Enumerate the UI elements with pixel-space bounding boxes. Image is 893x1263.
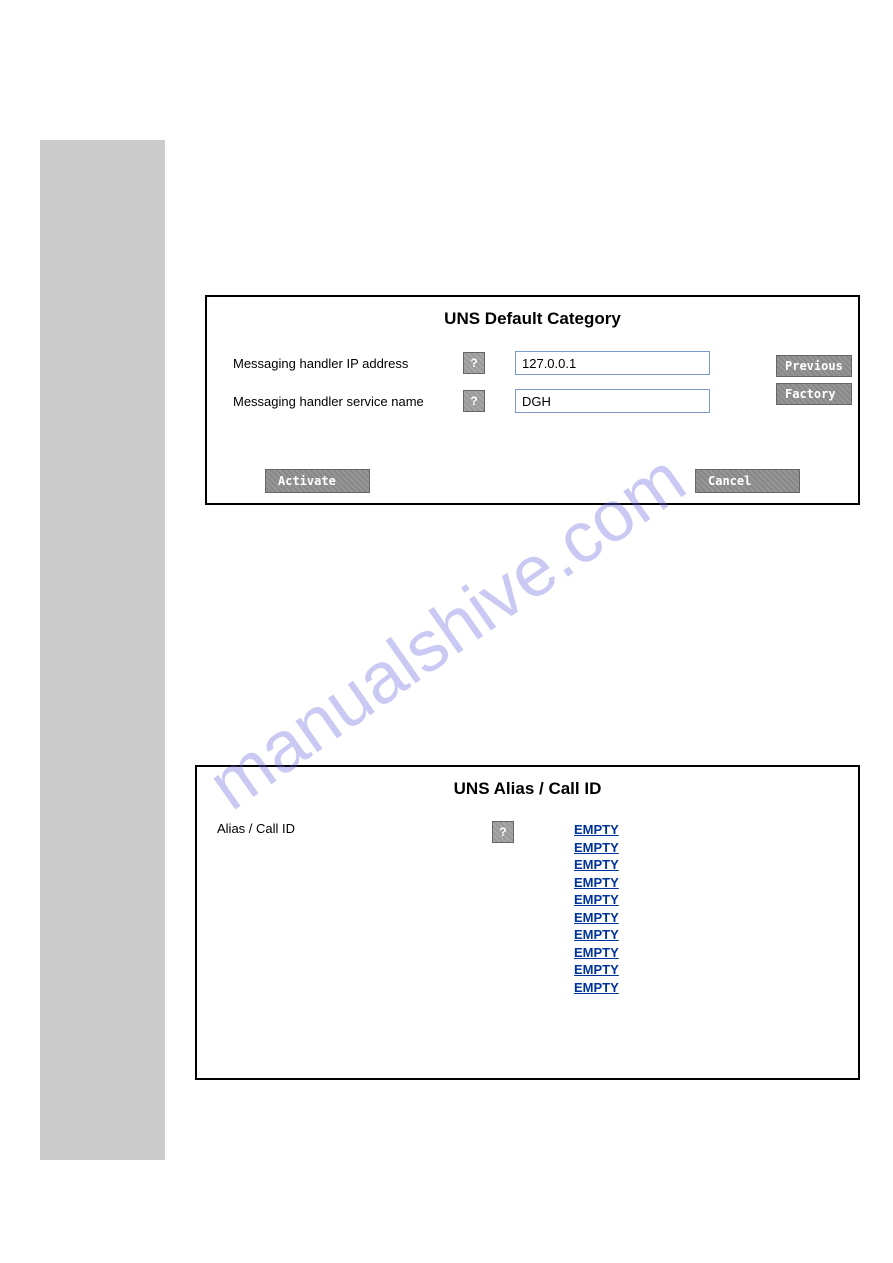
alias-list: EMPTY EMPTY EMPTY EMPTY EMPTY EMPTY EMPT… xyxy=(574,821,619,996)
label-ip-address: Messaging handler IP address xyxy=(233,356,463,371)
field-row-ip: Messaging handler IP address ? xyxy=(207,351,858,375)
help-icon[interactable]: ? xyxy=(463,390,485,412)
alias-link[interactable]: EMPTY xyxy=(574,839,619,857)
field-row-service: Messaging handler service name ? xyxy=(207,389,858,413)
label-service-name: Messaging handler service name xyxy=(233,394,463,409)
factory-button[interactable]: Factory xyxy=(776,383,852,405)
cancel-button[interactable]: Cancel xyxy=(695,469,800,493)
bottom-button-group: Activate Cancel xyxy=(207,469,858,493)
help-icon[interactable]: ? xyxy=(463,352,485,374)
alias-link[interactable]: EMPTY xyxy=(574,909,619,927)
alias-link[interactable]: EMPTY xyxy=(574,961,619,979)
alias-row: Alias / Call ID ? EMPTY EMPTY EMPTY EMPT… xyxy=(197,821,858,996)
alias-link[interactable]: EMPTY xyxy=(574,979,619,997)
alias-link[interactable]: EMPTY xyxy=(574,856,619,874)
alias-link[interactable]: EMPTY xyxy=(574,874,619,892)
uns-default-category-panel: UNS Default Category Messaging handler I… xyxy=(205,295,860,505)
side-button-group: Previous Factory xyxy=(776,355,852,411)
alias-link[interactable]: EMPTY xyxy=(574,944,619,962)
ip-address-input[interactable] xyxy=(515,351,710,375)
uns-alias-panel: UNS Alias / Call ID Alias / Call ID ? EM… xyxy=(195,765,860,1080)
alias-link[interactable]: EMPTY xyxy=(574,891,619,909)
help-icon[interactable]: ? xyxy=(492,821,514,843)
panel-title: UNS Default Category xyxy=(207,309,858,329)
alias-link[interactable]: EMPTY xyxy=(574,821,619,839)
activate-button[interactable]: Activate xyxy=(265,469,370,493)
alias-link[interactable]: EMPTY xyxy=(574,926,619,944)
previous-button[interactable]: Previous xyxy=(776,355,852,377)
label-alias: Alias / Call ID xyxy=(217,821,492,836)
panel-title: UNS Alias / Call ID xyxy=(197,779,858,799)
service-name-input[interactable] xyxy=(515,389,710,413)
sidebar-strip xyxy=(40,140,165,1160)
